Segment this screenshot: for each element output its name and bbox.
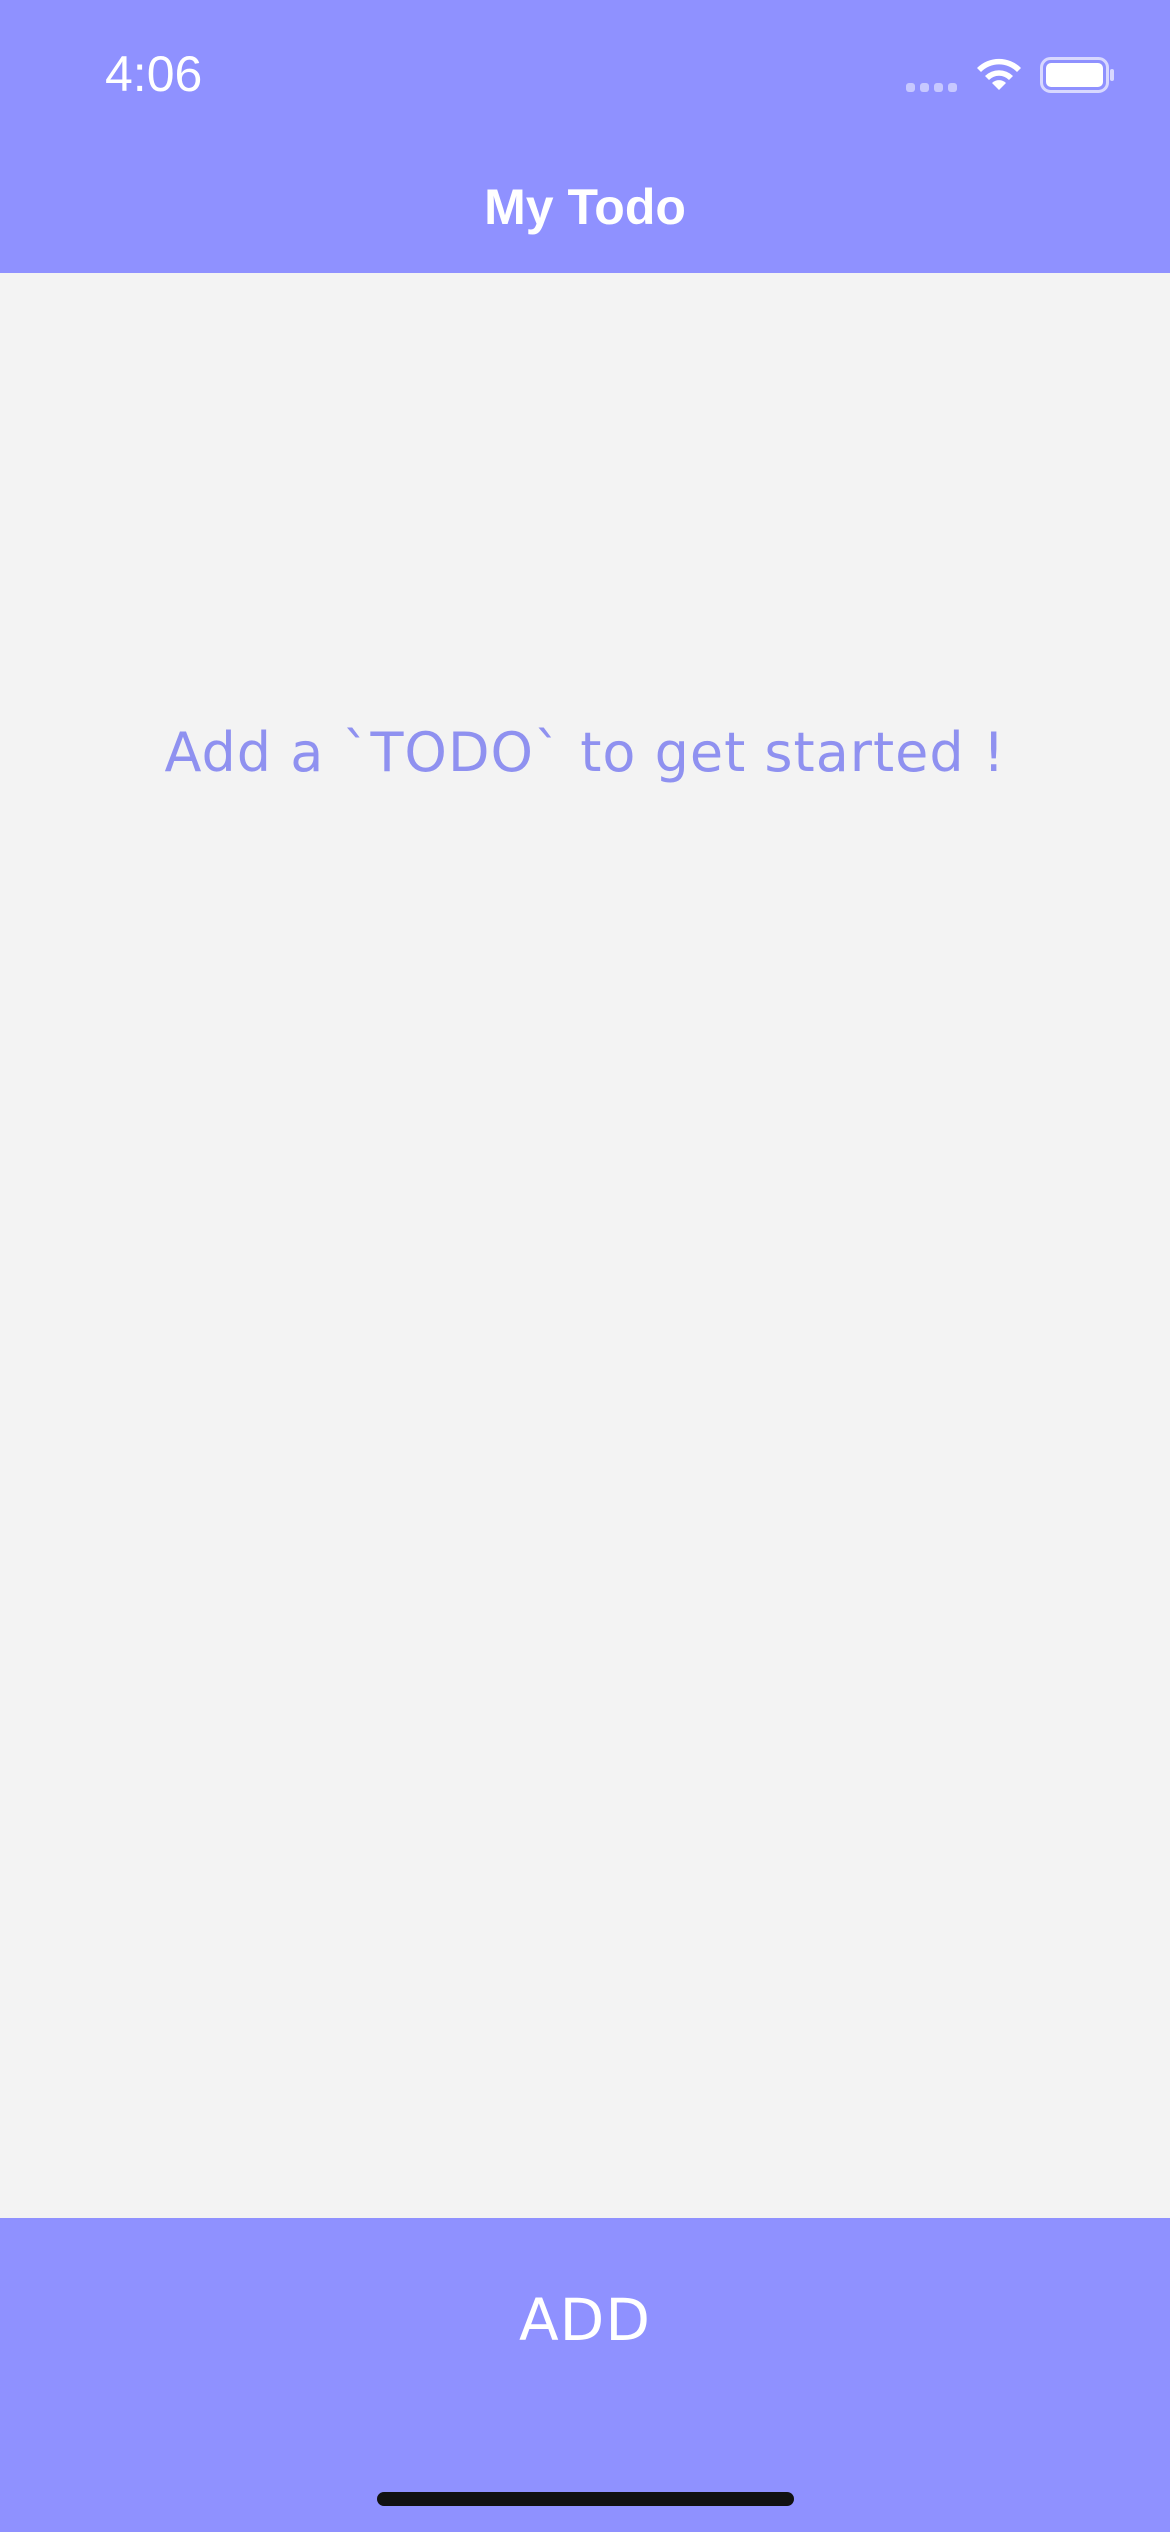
wifi-icon (977, 58, 1021, 90)
battery-icon (1040, 57, 1114, 93)
page-title: My Todo (484, 179, 686, 235)
app-screen: 4:06 My Todo Add a `TODO` to get started… (0, 0, 1170, 2532)
status-time: 4:06 (105, 46, 203, 102)
header-bar: 4:06 My Todo (0, 0, 1170, 273)
signal-icon (906, 81, 958, 93)
add-button-label: ADD (519, 2286, 651, 2354)
add-todo-button[interactable] (0, 2218, 1170, 2532)
empty-state-message: Add a `TODO` to get started ! (164, 721, 1006, 784)
status-bar: 4:06 (0, 0, 1170, 150)
home-indicator[interactable] (377, 2492, 794, 2506)
todo-list-area: Add a `TODO` to get started ! (0, 273, 1170, 2218)
